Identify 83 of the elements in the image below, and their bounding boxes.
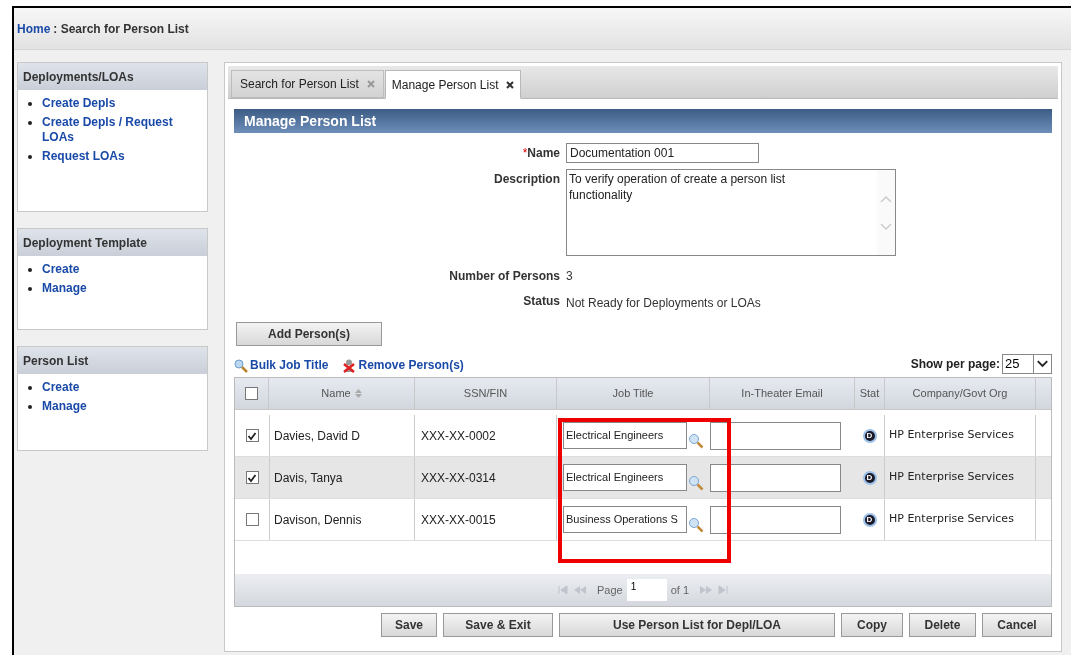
bullet-icon [28, 386, 32, 390]
search-icon[interactable] [688, 516, 704, 533]
sidebar-link[interactable]: Create Depls / Request LOAs [42, 115, 203, 145]
person-remove-icon [342, 359, 357, 373]
sidebar-link[interactable]: Create Depls [42, 96, 116, 111]
email-field[interactable] [710, 421, 841, 450]
sidebar-link[interactable]: Manage [42, 281, 87, 296]
action-button[interactable]: Cancel [982, 613, 1052, 637]
column-header: SSN/FIN [415, 378, 557, 409]
sort-icon[interactable] [354, 389, 362, 398]
close-icon[interactable] [506, 80, 515, 89]
bullet-icon [28, 405, 32, 409]
table-cell-text: Davies, David D [274, 427, 361, 445]
breadcrumb-current: : Search for Person List [53, 20, 189, 38]
checkbox[interactable] [245, 513, 259, 526]
column-header: Stat [855, 378, 885, 409]
action-button[interactable]: Save & Exit [443, 613, 553, 637]
bullet-icon [28, 287, 32, 291]
table-cell-text: Davis, Tanya [274, 469, 343, 487]
scrollbar[interactable] [877, 170, 895, 255]
tab[interactable]: Manage Person List [384, 70, 522, 99]
status-value: Not Ready for Deployments or LOAs [566, 295, 761, 312]
sidebar-link[interactable]: Manage [42, 399, 87, 414]
bullet-icon [28, 268, 32, 272]
sidebar-link[interactable]: Request LOAs [42, 149, 125, 164]
chevron-down-icon [1033, 355, 1051, 373]
table-cell: HP Enterprise Services [889, 427, 1014, 444]
toolbar-link[interactable]: Bulk Job Title [234, 356, 329, 374]
panel-title: Deployment Template [18, 229, 207, 256]
page-count: of 1 [670, 582, 690, 598]
toolbar-link[interactable]: Remove Person(s) [342, 356, 464, 374]
scroll-down-icon[interactable] [880, 222, 892, 231]
scroll-up-icon[interactable] [880, 194, 892, 203]
table-cell-text: XXX-XX-0015 [421, 511, 496, 529]
email-field[interactable] [710, 463, 841, 492]
action-button[interactable]: Use Person List for Depl/LOA [559, 613, 835, 637]
table-cell-text: XXX-XX-0002 [421, 427, 496, 445]
column-header: Job Title [557, 378, 710, 409]
action-button[interactable]: Delete [909, 613, 976, 637]
person-count: 3 [566, 268, 573, 285]
add-person-button[interactable]: Add Person(s) [236, 322, 382, 346]
job-title-field[interactable]: Business Operations S [563, 506, 687, 533]
table-cell-text: XXX-XX-0314 [421, 469, 496, 487]
bullet-icon [28, 121, 32, 125]
name-field[interactable]: Documentation 001 [566, 143, 759, 163]
per-page-dropdown[interactable]: 25 [1002, 354, 1052, 374]
status-badge: D [862, 470, 877, 485]
field-label: Number of Persons [448, 268, 560, 285]
column-header: Company/Govt Org [885, 378, 1036, 409]
field-label: Description [493, 171, 560, 188]
checkbox[interactable] [245, 387, 258, 400]
field-label: *Name [521, 145, 560, 162]
section-title-bar: Manage Person List [234, 109, 1052, 133]
table-cell: HP Enterprise Services [889, 511, 1014, 528]
status-badge: D [862, 428, 877, 443]
panel-title: Person List [18, 347, 207, 374]
description-field[interactable]: To verify operation of create a person list functionality [566, 169, 896, 256]
column-header[interactable]: Name [269, 378, 415, 409]
field-label: Status [522, 293, 560, 310]
bullet-icon [28, 155, 32, 159]
email-field[interactable] [710, 505, 841, 534]
search-icon[interactable] [688, 432, 704, 449]
panel-title: Deployments/LOAs [18, 63, 207, 90]
tab[interactable]: Search for Person List [231, 70, 384, 98]
table-cell: HP Enterprise Services [889, 469, 1014, 486]
page-number-field[interactable]: 1 [626, 579, 667, 601]
sidebar-link[interactable]: Create [42, 262, 80, 277]
action-button[interactable]: Copy [841, 613, 903, 637]
status-badge: D [862, 512, 877, 527]
search-icon[interactable] [688, 474, 704, 491]
action-button[interactable]: Save [381, 613, 437, 637]
table-cell-text: Davison, Dennis [274, 511, 362, 529]
home-link[interactable]: Home [17, 19, 51, 38]
show-per-page-label: Show per page: [910, 356, 1000, 373]
bullet-icon [28, 102, 32, 106]
checkbox[interactable] [245, 429, 259, 442]
sidebar-link[interactable]: Create [42, 380, 80, 395]
job-title-field[interactable]: Electrical Engineers [563, 422, 687, 449]
job-title-field[interactable]: Electrical Engineers [563, 464, 687, 491]
column-header: In-Theater Email [710, 378, 855, 409]
checkbox[interactable] [245, 471, 259, 484]
search-icon [234, 359, 248, 373]
page-label: Page [596, 582, 623, 598]
